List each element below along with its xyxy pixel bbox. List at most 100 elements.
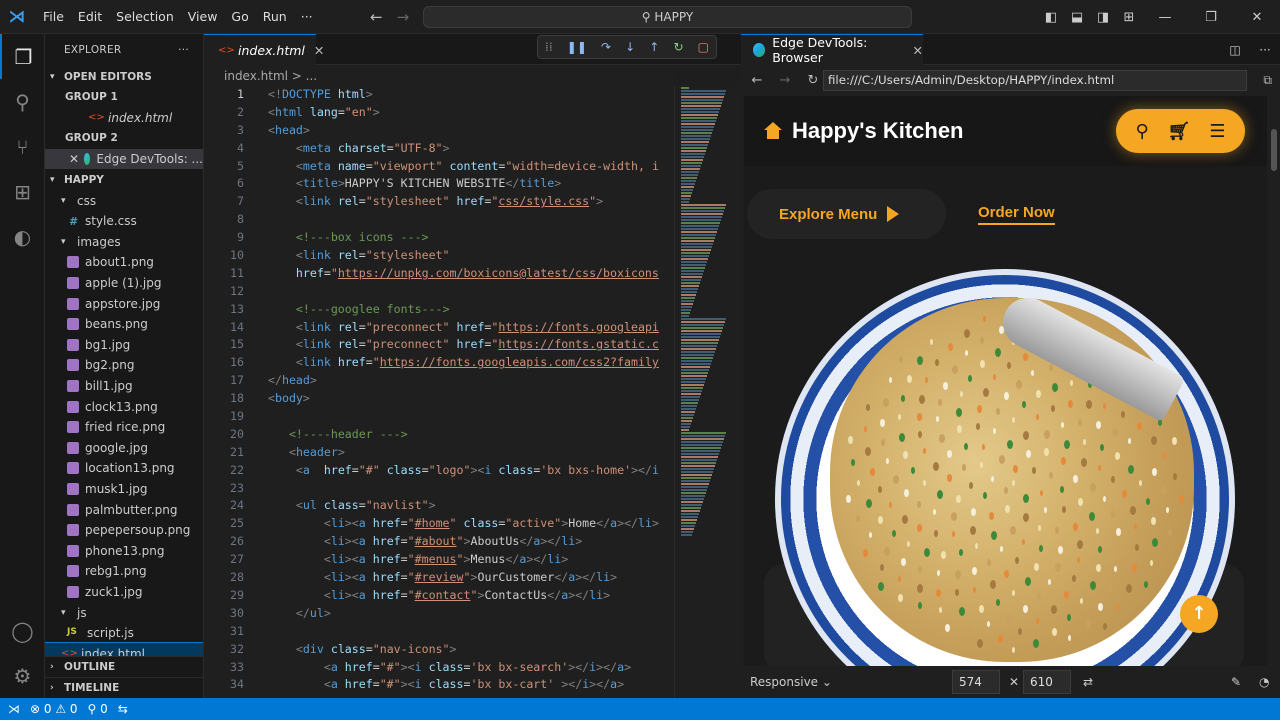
- code-line[interactable]: 31: [204, 623, 674, 641]
- emulation-icon[interactable]: ◔: [1259, 675, 1269, 689]
- tab-index-html[interactable]: <> index.html ✕: [204, 34, 324, 65]
- step-out-icon[interactable]: ↑: [649, 40, 659, 54]
- code-line[interactable]: 29 <li><a href="#contact">ContactUs</a><…: [204, 587, 674, 605]
- menu-selection[interactable]: Selection: [109, 0, 181, 34]
- code-line[interactable]: 19: [204, 408, 674, 426]
- toggle-panel-icon[interactable]: ⬓: [1064, 10, 1090, 25]
- ports-indicator[interactable]: ⚲ 0: [88, 702, 108, 716]
- cart-icon[interactable]: 🛒︎: [1168, 121, 1191, 142]
- pause-icon[interactable]: ❚❚: [567, 40, 587, 54]
- image-file[interactable]: fried rice.png: [45, 417, 203, 438]
- responsive-dropdown[interactable]: Responsive ⌄: [750, 675, 832, 689]
- toggle-secondary-sidebar-icon[interactable]: ◨: [1090, 10, 1116, 25]
- code-line[interactable]: 22 <a href="#" class="logo"><i class='bx…: [204, 462, 674, 480]
- image-file[interactable]: musk1.jpg: [45, 479, 203, 500]
- source-control-icon[interactable]: ⑂: [0, 124, 45, 169]
- forward-arrow-icon[interactable]: →: [397, 8, 410, 26]
- code-line[interactable]: 7 <link rel="stylesheet" href="css/style…: [204, 193, 674, 211]
- code-line[interactable]: 4 <meta charset="UTF-8">: [204, 140, 674, 158]
- code-line[interactable]: 24 <ul class="navlist">: [204, 497, 674, 515]
- menu-go[interactable]: Go: [224, 0, 255, 34]
- happy-folder-section[interactable]: ▾ HAPPY: [45, 169, 203, 190]
- code-line[interactable]: 30 </ul>: [204, 605, 674, 623]
- code-line[interactable]: 18 <body>: [204, 390, 674, 408]
- code-line[interactable]: 28 <li><a href="#review">OurCustomer</a>…: [204, 569, 674, 587]
- image-file[interactable]: bg1.jpg: [45, 335, 203, 356]
- close-window-button[interactable]: ✕: [1234, 10, 1280, 25]
- code-line[interactable]: 27 <li><a href="#menus">Menus</a></li>: [204, 551, 674, 569]
- site-logo[interactable]: Happy's Kitchen: [764, 118, 964, 144]
- image-file[interactable]: location13.png: [45, 458, 203, 479]
- image-file[interactable]: bg2.png: [45, 355, 203, 376]
- code-line[interactable]: 33 <a href="#"><i class='bx bx-search'><…: [204, 659, 674, 677]
- restore-button[interactable]: ❐: [1188, 10, 1234, 25]
- code-line[interactable]: 25 <li><a href="#home" class="active">Ho…: [204, 515, 674, 533]
- remote-icon[interactable]: ⋊: [8, 702, 20, 716]
- menu-run[interactable]: Run: [256, 0, 294, 34]
- js-folder[interactable]: ▾ js: [45, 602, 203, 623]
- image-file[interactable]: palmbutter.png: [45, 499, 203, 520]
- edge-devtools-icon[interactable]: ◐: [0, 214, 45, 259]
- timeline-section[interactable]: › TIMELINE: [45, 677, 203, 698]
- image-file[interactable]: beans.png: [45, 314, 203, 335]
- browser-refresh-icon[interactable]: ↻: [801, 73, 825, 88]
- tab-edge-devtools[interactable]: Edge DevTools: Browser ✕: [741, 34, 923, 65]
- image-file[interactable]: bill1.jpg: [45, 376, 203, 397]
- height-input[interactable]: 610: [1023, 670, 1071, 694]
- code-editor[interactable]: 1 <!DOCTYPE html> 2 <html lang="en"> 3 <head>…: [204, 86, 674, 698]
- problems-indicator[interactable]: ⊗ 0 ⚠ 0: [30, 702, 78, 716]
- code-line[interactable]: 23: [204, 480, 674, 498]
- code-line[interactable]: 9 <!---box icons --->: [204, 229, 674, 247]
- menu-more[interactable]: ···: [294, 0, 320, 34]
- image-file[interactable]: google.jpg: [45, 438, 203, 459]
- browser-scrollbar[interactable]: [1267, 96, 1280, 666]
- minimap[interactable]: [674, 86, 741, 698]
- explorer-icon[interactable]: ❐: [0, 34, 45, 79]
- code-line[interactable]: 11 href="https://unpkg.com/boxicons@late…: [204, 265, 674, 283]
- command-center-search[interactable]: ⚲ HAPPY: [423, 6, 912, 28]
- close-tab-icon[interactable]: ✕: [913, 43, 923, 58]
- code-line[interactable]: 5 <meta name="viewport" content="width=d…: [204, 158, 674, 176]
- code-line[interactable]: 1 <!DOCTYPE html>: [204, 86, 674, 104]
- magic-wand-icon[interactable]: ✎: [1231, 675, 1241, 689]
- code-line[interactable]: 17 </head>: [204, 372, 674, 390]
- image-file[interactable]: zuck1.jpg: [45, 582, 203, 603]
- code-line[interactable]: 34 <a href="#"><i class='bx bx-cart' ></…: [204, 676, 674, 694]
- drag-handle-icon[interactable]: ⁞⁞: [545, 40, 553, 54]
- close-tab-icon[interactable]: ✕: [314, 43, 324, 58]
- css-file[interactable]: # style.css: [45, 211, 203, 232]
- code-line[interactable]: 32 <div class="nav-icons">: [204, 641, 674, 659]
- image-file[interactable]: clock13.png: [45, 396, 203, 417]
- settings-gear-icon[interactable]: ⚙: [0, 653, 45, 698]
- open-editor-index[interactable]: <> index.html: [45, 108, 203, 129]
- outline-section[interactable]: › OUTLINE: [45, 656, 203, 677]
- search-view-icon[interactable]: ⚲: [0, 79, 45, 124]
- code-line[interactable]: 16 <link href="https://fonts.googleapis.…: [204, 354, 674, 372]
- code-line[interactable]: 12: [204, 283, 674, 301]
- accounts-icon[interactable]: ◯: [0, 608, 45, 653]
- image-file[interactable]: rebg1.png: [45, 561, 203, 582]
- open-editor-devtools[interactable]: ✕ Edge DevTools: ...: [45, 148, 203, 170]
- screencast-icon[interactable]: ⧉: [1263, 73, 1272, 88]
- image-file[interactable]: about1.png: [45, 252, 203, 273]
- menu-edit[interactable]: Edit: [71, 0, 109, 34]
- code-line[interactable]: 3 <head>: [204, 122, 674, 140]
- open-editors-section[interactable]: ▾ OPEN EDITORS: [45, 66, 203, 87]
- search-icon[interactable]: ⚲: [1135, 121, 1148, 142]
- minimize-button[interactable]: —: [1142, 10, 1188, 25]
- step-into-icon[interactable]: ↓: [625, 40, 635, 54]
- order-now-link[interactable]: Order Now: [978, 204, 1055, 225]
- browser-back-icon[interactable]: ←: [745, 73, 769, 88]
- image-file[interactable]: phone13.png: [45, 540, 203, 561]
- code-line[interactable]: 10 <link rel="stylesheet": [204, 247, 674, 265]
- code-line[interactable]: 6 <title>HAPPY'S KITCHEN WEBSITE</title>: [204, 175, 674, 193]
- scroll-thumb[interactable]: [1271, 129, 1277, 171]
- more-actions-icon[interactable]: ···: [178, 44, 189, 56]
- code-line[interactable]: 20 <!----header --->: [204, 426, 674, 444]
- browser-forward-icon[interactable]: →: [773, 73, 797, 88]
- width-input[interactable]: 574: [952, 670, 1000, 694]
- step-over-icon[interactable]: ↷: [601, 40, 611, 54]
- code-line[interactable]: 15 <link rel="preconnect" href="https://…: [204, 336, 674, 354]
- scroll-top-button[interactable]: ↑: [1180, 595, 1218, 633]
- images-folder[interactable]: ▾ images: [45, 232, 203, 253]
